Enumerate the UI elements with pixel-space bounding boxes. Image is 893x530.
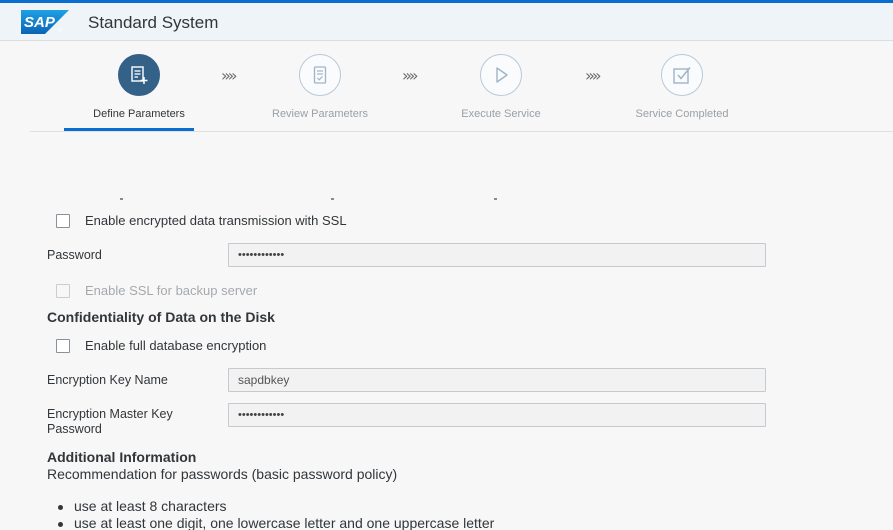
step-review-parameters[interactable]: Review Parameters: [240, 54, 400, 120]
checkbox-complete-icon: [661, 54, 703, 96]
confidentiality-heading: Confidentiality of Data on the Disk: [47, 309, 275, 325]
shell-bar: SAP ® Standard System: [0, 3, 893, 41]
password-policy-list: use at least 8 characters use at least o…: [56, 498, 494, 530]
ssl-checkbox[interactable]: [56, 213, 70, 228]
chevron-separator-icon: »»: [585, 66, 601, 85]
full-db-encryption-row[interactable]: Enable full database encryption: [56, 338, 266, 353]
step-define-parameters[interactable]: Define Parameters: [59, 54, 219, 120]
password-label: Password: [47, 248, 102, 262]
list-item: use at least 8 characters: [56, 498, 494, 515]
master-key-password-field[interactable]: ••••••••••••: [228, 403, 766, 427]
full-db-encryption-label: Enable full database encryption: [85, 338, 267, 353]
clipped-text-fragment: [120, 198, 123, 200]
step-execute-service[interactable]: Execute Service: [421, 54, 581, 120]
clipped-text-fragment: [331, 198, 334, 200]
form-edit-icon: [118, 54, 160, 96]
step-label: Define Parameters: [93, 108, 185, 120]
chevron-separator-icon: »»: [402, 66, 418, 85]
encryption-key-name-label: Encryption Key Name: [47, 373, 168, 387]
additional-info-heading: Additional Information: [47, 449, 197, 465]
step-service-completed[interactable]: Service Completed: [602, 54, 762, 120]
ssl-backup-checkbox-row: Enable SSL for backup server: [56, 283, 257, 298]
clipped-text-fragment: [494, 198, 497, 200]
ssl-checkbox-label: Enable encrypted data transmission with …: [85, 213, 347, 228]
document-review-icon: [299, 54, 341, 96]
encryption-key-name-value: sapdbkey: [238, 373, 290, 387]
svg-text:®: ®: [58, 27, 63, 34]
password-recommendation-text: Recommendation for passwords (basic pass…: [47, 466, 398, 482]
ssl-backup-checkbox: [56, 283, 70, 298]
ssl-checkbox-row[interactable]: Enable encrypted data transmission with …: [56, 213, 347, 228]
step-label: Review Parameters: [272, 108, 368, 120]
wizard-divider: [30, 131, 893, 132]
password-value: ••••••••••••: [238, 249, 285, 261]
app-title: Standard System: [88, 13, 219, 32]
encryption-key-name-field[interactable]: sapdbkey: [228, 368, 766, 392]
chevron-separator-icon: »»: [221, 66, 237, 85]
master-key-password-label: Encryption Master Key Password: [47, 407, 173, 436]
password-field[interactable]: ••••••••••••: [228, 243, 766, 267]
play-icon: [480, 54, 522, 96]
svg-text:SAP: SAP: [24, 14, 56, 31]
step-label: Service Completed: [635, 108, 729, 120]
ssl-backup-label: Enable SSL for backup server: [85, 283, 258, 298]
full-db-encryption-checkbox[interactable]: [56, 338, 70, 353]
sap-logo: SAP ®: [21, 10, 69, 34]
master-key-password-value: ••••••••••••: [238, 409, 285, 421]
list-item: use at least one digit, one lowercase le…: [56, 515, 494, 530]
step-label: Execute Service: [461, 108, 541, 120]
